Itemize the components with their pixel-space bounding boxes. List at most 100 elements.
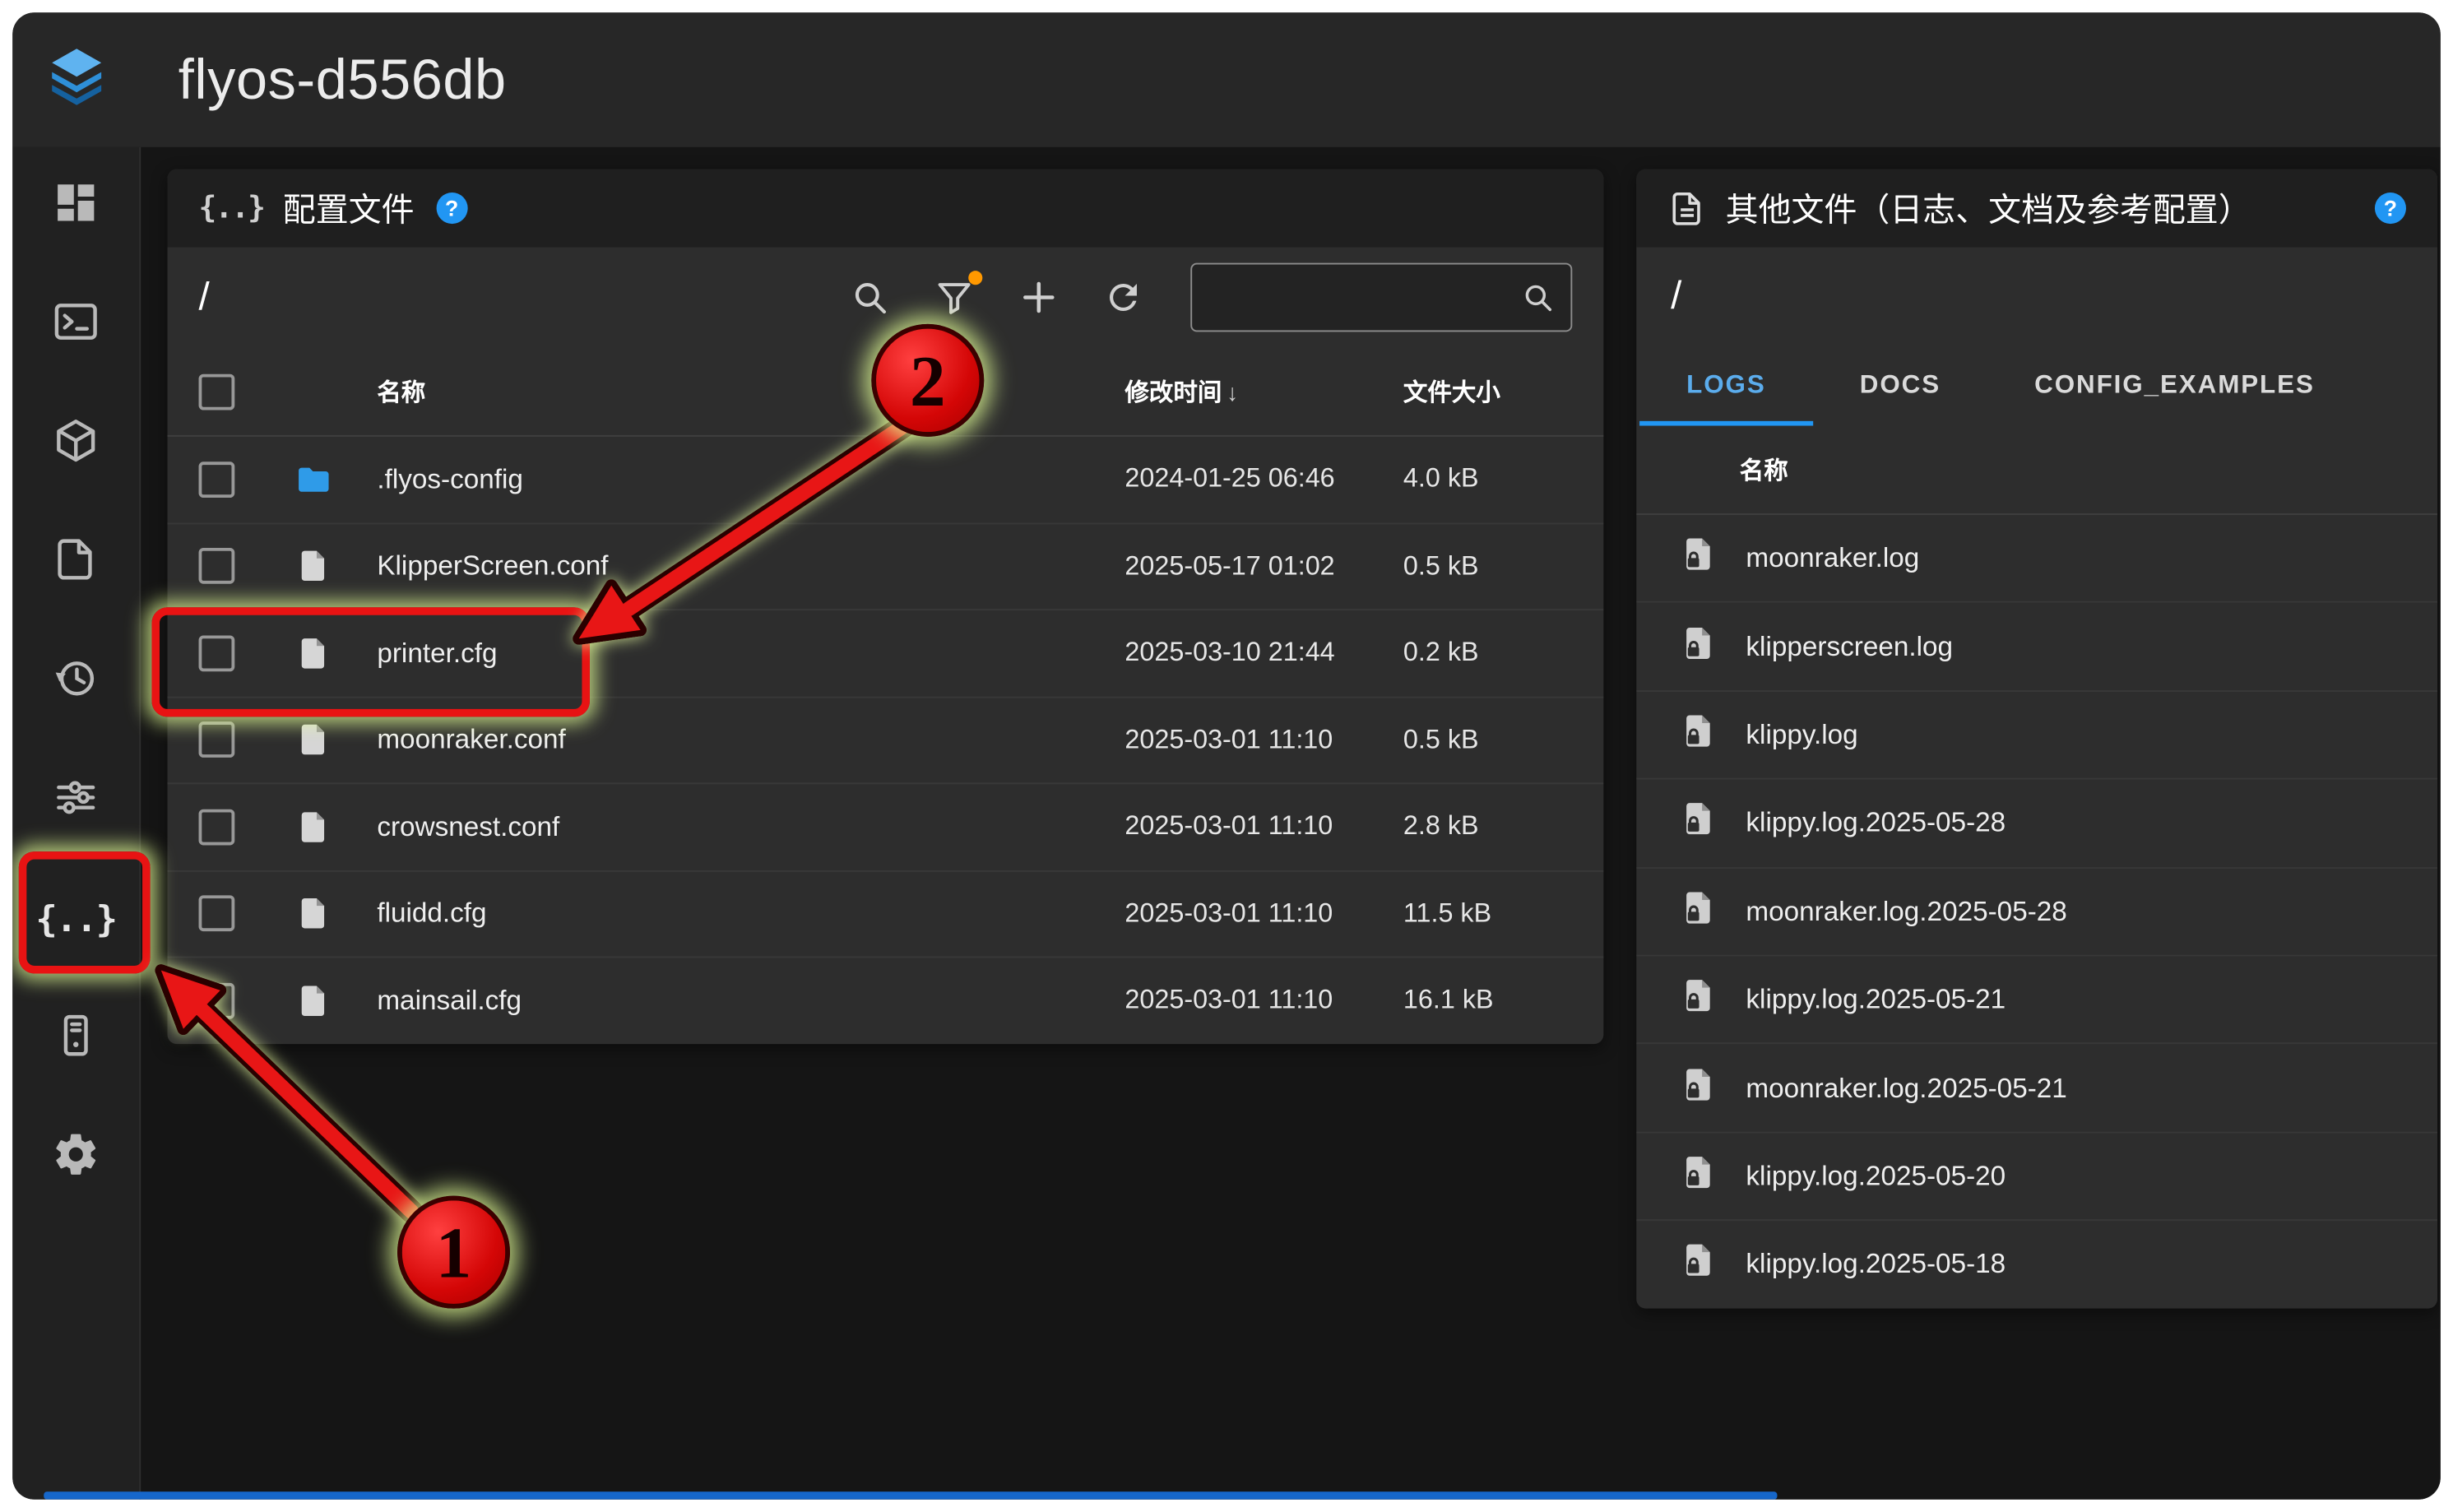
list-item[interactable]: klippy.log.2025-05-28 [1636,778,2437,866]
config-panel-header: {..} 配置文件 ? [167,169,1603,247]
row-checkbox[interactable] [199,722,235,758]
other-files-panel: 其他文件（日志、文档及参考配置） ? / LOGS DOCS CONFIG_EX… [1636,169,2437,1307]
sidebar-item-tune[interactable] [12,742,139,861]
log-file-name: moonraker.log [1746,542,1919,575]
table-row[interactable]: fluidd.cfg 2025-03-01 11:10 11.5 kB [167,870,1603,957]
list-item[interactable]: klippy.log.2025-05-20 [1636,1131,2437,1219]
sidebar-item-settings[interactable] [12,1099,139,1218]
log-file-name: klippy.log.2025-05-21 [1746,983,2006,1016]
filter-button[interactable] [931,274,978,321]
sidebar-item-dashboard[interactable] [12,147,139,267]
list-item[interactable]: moonraker.log.2025-05-21 [1636,1043,2437,1131]
modified-cell: 2024-01-25 06:46 [1124,464,1403,495]
other-files-list: moonraker.log klipperscreen.log klippy.l… [1636,515,2437,1308]
size-cell: 0.5 kB [1403,550,1572,582]
file-name: moonraker.conf [377,724,1124,757]
file-name: crowsnest.conf [377,810,1124,843]
row-checkbox[interactable] [199,635,235,671]
refresh-button[interactable] [1100,274,1147,321]
other-current-path: / [1636,248,2437,345]
table-row[interactable]: crowsnest.conf 2025-03-01 11:10 2.8 kB [167,782,1603,870]
file-name: KlipperScreen.conf [377,550,1124,582]
file-name: printer.cfg [377,637,1124,670]
file-name: fluidd.cfg [377,897,1124,930]
log-file-name: moonraker.log.2025-05-21 [1746,1071,2066,1104]
tab-docs[interactable]: DOCS [1813,345,1987,426]
column-header-size[interactable]: 文件大小 [1403,374,1572,409]
add-file-button[interactable] [1015,274,1062,321]
file-icon [295,548,377,584]
size-cell: 11.5 kB [1403,898,1572,930]
table-row[interactable]: .flyos-config 2024-01-25 06:46 4.0 kB [167,437,1603,522]
sidebar-item-jobs[interactable] [12,504,139,624]
folder-icon [295,461,377,498]
file-icon [295,809,377,845]
locked-file-icon [1681,977,1718,1023]
tab-logs[interactable]: LOGS [1639,345,1813,426]
page-title: flyos-d556db [179,47,507,113]
sidebar-item-configuration[interactable]: {..} [12,860,139,980]
filter-active-dot [968,271,982,285]
app-logo[interactable] [12,43,141,116]
cube-icon [52,416,100,472]
list-item[interactable]: klippy.log.2025-05-21 [1636,955,2437,1043]
row-checkbox[interactable] [199,982,235,1018]
list-item[interactable]: moonraker.log.2025-05-28 [1636,866,2437,954]
list-item[interactable]: klippy.log.2025-05-18 [1636,1219,2437,1307]
size-cell: 16.1 kB [1403,985,1572,1016]
file-name: .flyos-config [377,463,1124,496]
sidebar-item-history[interactable] [12,623,139,742]
modified-cell: 2025-03-01 11:10 [1124,811,1403,842]
table-row[interactable]: moonraker.conf 2025-03-01 11:10 0.5 kB [167,696,1603,783]
locked-file-icon [1681,888,1718,934]
other-column-header-name[interactable]: 名称 [1636,426,2437,515]
row-checkbox[interactable] [199,809,235,845]
locked-file-icon [1681,1065,1718,1111]
size-cell: 0.2 kB [1403,638,1572,669]
config-table-body: .flyos-config 2024-01-25 06:46 4.0 kB Kl… [167,437,1603,1043]
sidebar-item-machine[interactable] [12,980,139,1099]
select-all-checkbox[interactable] [199,373,235,410]
sidebar-item-console[interactable] [12,266,139,385]
file-name: mainsail.cfg [377,984,1124,1017]
refresh-icon [1103,277,1143,318]
current-path: / [199,275,809,320]
locked-file-icon [1681,1153,1718,1199]
help-icon[interactable]: ? [436,192,467,224]
locked-file-icon [1681,536,1718,581]
tab-config-examples[interactable]: CONFIG_EXAMPLES [1987,345,2362,426]
table-row[interactable]: mainsail.cfg 2025-03-01 11:10 16.1 kB [167,957,1603,1044]
file-document-icon [52,536,100,591]
table-row[interactable]: printer.cfg 2025-03-10 21:44 0.2 kB [167,609,1603,696]
bottom-progress-strip [44,1491,1777,1500]
config-files-panel: {..} 配置文件 ? / [167,169,1603,1043]
row-checkbox[interactable] [199,461,235,498]
search-button[interactable] [846,274,893,321]
locked-file-icon [1681,1241,1718,1287]
file-icon [295,896,377,932]
file-document-icon [1667,188,1707,228]
config-braces-icon: {..} [199,191,264,225]
app-window: flyos-d556db [12,12,2441,1500]
help-icon[interactable]: ? [2375,192,2406,224]
sidebar-item-gcode-preview[interactable] [12,385,139,504]
log-file-name: klippy.log [1746,718,1857,751]
other-panel-header: 其他文件（日志、文档及参考配置） ? [1636,169,2437,247]
row-checkbox[interactable] [199,896,235,932]
row-checkbox[interactable] [199,548,235,584]
file-icon [295,722,377,758]
list-item[interactable]: moonraker.log [1636,515,2437,601]
file-search-input[interactable] [1208,281,1520,315]
column-header-modified[interactable]: 修改时间↓ [1124,374,1403,409]
filter-icon [934,277,974,318]
table-row[interactable]: KlipperScreen.conf 2025-05-17 01:02 0.5 … [167,522,1603,610]
list-item[interactable]: klipperscreen.log [1636,601,2437,689]
search-icon [850,277,890,318]
log-file-name: klipperscreen.log [1746,630,1953,663]
column-header-name[interactable]: 名称 [377,374,1124,409]
history-icon [52,654,100,710]
config-braces-icon: {..} [35,900,116,940]
list-item[interactable]: klippy.log [1636,690,2437,778]
locked-file-icon [1681,712,1718,758]
modified-cell: 2025-03-10 21:44 [1124,638,1403,669]
